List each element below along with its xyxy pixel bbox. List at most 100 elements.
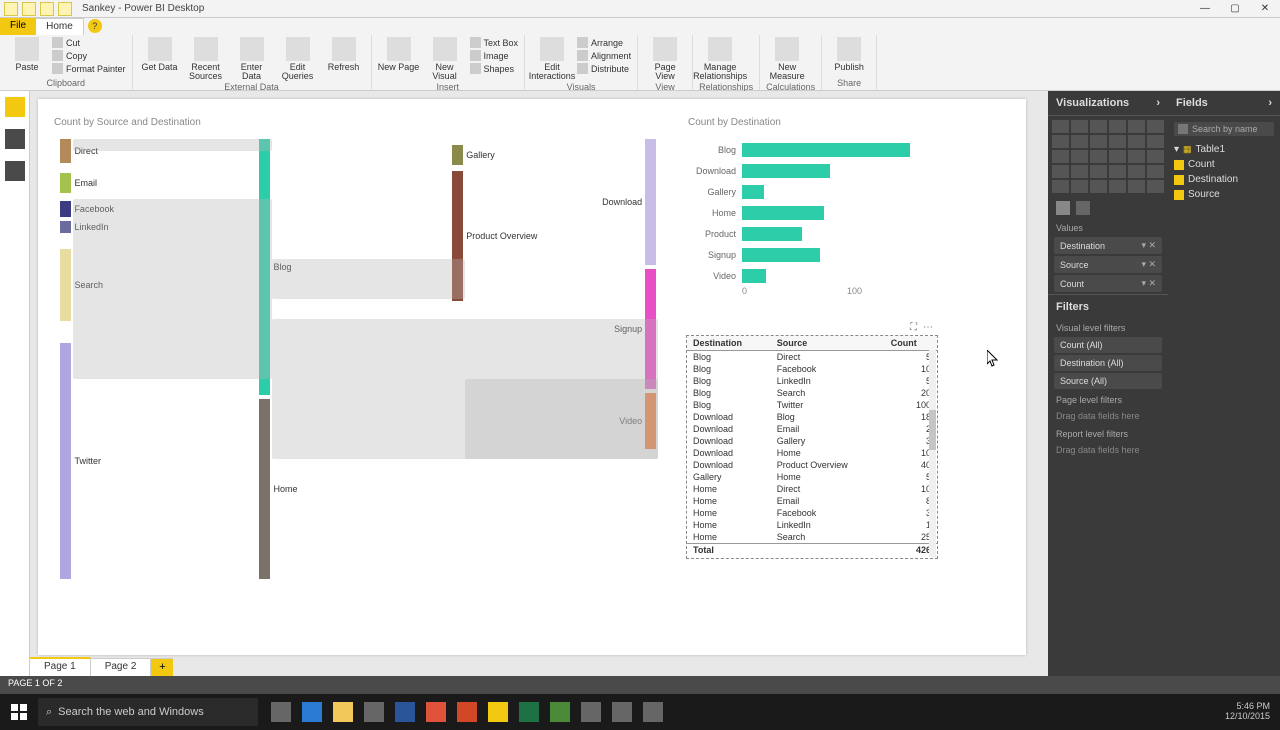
checkbox-icon[interactable] — [1174, 175, 1184, 185]
bar-row[interactable]: Product — [686, 223, 926, 244]
image-button[interactable]: Image — [470, 50, 519, 61]
field-well[interactable]: Source▾ ✕ — [1054, 256, 1162, 273]
report-canvas[interactable]: Count by Source and Destination Count by… — [38, 99, 1026, 655]
edit-interactions-button[interactable]: Edit Interactions — [531, 37, 573, 82]
new-measure-button[interactable]: New Measure — [766, 37, 808, 82]
close-button[interactable]: ✕ — [1250, 0, 1280, 18]
page-view-button[interactable]: Page View — [644, 37, 686, 82]
table-row[interactable]: DownloadProduct Overview40 — [687, 459, 937, 471]
sankey-visual[interactable]: DirectEmailFacebookLinkedInSearchTwitter… — [48, 139, 670, 639]
copy-button[interactable]: Copy — [52, 50, 126, 61]
vis-type-icon[interactable] — [1052, 135, 1069, 148]
help-icon[interactable]: ? — [88, 19, 102, 33]
field-well[interactable]: Count▾ ✕ — [1054, 275, 1162, 292]
filter-card[interactable]: Source (All) — [1054, 373, 1162, 389]
vis-type-icon[interactable] — [1109, 135, 1126, 148]
enter-data-button[interactable]: Enter Data — [231, 37, 273, 82]
vis-type-icon[interactable] — [1109, 180, 1126, 193]
bar-chart-visual[interactable]: BlogDownloadGalleryHomeProductSignupVide… — [686, 139, 926, 329]
field-well[interactable]: Destination▾ ✕ — [1054, 237, 1162, 254]
table-header[interactable]: Destination — [687, 336, 771, 351]
vis-type-icon[interactable] — [1128, 165, 1145, 178]
excel-icon[interactable] — [514, 697, 544, 727]
get-data-button[interactable]: Get Data — [139, 37, 181, 72]
vis-type-icon[interactable] — [1052, 120, 1069, 133]
new-page-button[interactable]: New Page — [378, 37, 420, 72]
vis-type-icon[interactable] — [1090, 165, 1107, 178]
taskbar-search[interactable]: ⌕Search the web and Windows — [38, 698, 258, 726]
vis-type-icon[interactable] — [1052, 165, 1069, 178]
sankey-node[interactable]: Gallery — [452, 145, 463, 165]
report-filters-drop[interactable]: Drag data fields here — [1048, 441, 1168, 459]
table-header[interactable]: Count — [885, 336, 937, 351]
table-node[interactable]: ▾▦Table1 — [1168, 142, 1280, 157]
bar-row[interactable]: Home — [686, 202, 926, 223]
vis-type-icon[interactable] — [1109, 120, 1126, 133]
paste-button[interactable]: Paste — [6, 37, 48, 72]
recent-sources-button[interactable]: Recent Sources — [185, 37, 227, 82]
edge-icon[interactable] — [297, 697, 327, 727]
fields-panel-header[interactable]: Fields› — [1168, 91, 1280, 116]
home-tab[interactable]: Home — [36, 18, 84, 35]
distribute-button[interactable]: Distribute — [577, 63, 631, 74]
app-icon[interactable] — [545, 697, 575, 727]
sankey-node[interactable]: Email — [60, 173, 71, 193]
page-tab-1[interactable]: Page 1 — [30, 657, 91, 676]
bar-row[interactable]: Blog — [686, 139, 926, 160]
bar-row[interactable]: Video — [686, 265, 926, 286]
sankey-node[interactable]: Direct — [60, 139, 71, 163]
table-header[interactable]: Source — [771, 336, 885, 351]
table-row[interactable]: DownloadBlog18 — [687, 411, 937, 423]
cut-button[interactable]: Cut — [52, 37, 126, 48]
checkbox-icon[interactable] — [1174, 190, 1184, 200]
vis-type-icon[interactable] — [1071, 120, 1088, 133]
word-icon[interactable] — [390, 697, 420, 727]
vis-type-icon[interactable] — [1071, 180, 1088, 193]
arrange-button[interactable]: Arrange — [577, 37, 631, 48]
refresh-button[interactable]: Refresh — [323, 37, 365, 72]
vis-type-icon[interactable] — [1147, 165, 1164, 178]
app2-icon[interactable] — [576, 697, 606, 727]
table-row[interactable]: DownloadHome10 — [687, 447, 937, 459]
filters-header[interactable]: Filters — [1048, 294, 1168, 319]
task-view-icon[interactable] — [266, 697, 296, 727]
system-tray[interactable]: 5:46 PM 12/10/2015 — [1225, 702, 1278, 722]
vis-type-icon[interactable] — [1147, 135, 1164, 148]
model-view-button[interactable] — [5, 161, 25, 181]
vis-type-icon[interactable] — [1109, 165, 1126, 178]
vis-type-icon[interactable] — [1090, 180, 1107, 193]
store-icon[interactable] — [359, 697, 389, 727]
table-row[interactable]: DownloadEmail2 — [687, 423, 937, 435]
sankey-node[interactable]: LinkedIn — [60, 221, 71, 233]
vis-type-icon[interactable] — [1147, 120, 1164, 133]
vis-type-icon[interactable] — [1052, 180, 1069, 193]
maximize-button[interactable]: ▢ — [1220, 0, 1250, 18]
table-row[interactable]: DownloadGallery3 — [687, 435, 937, 447]
bar-row[interactable]: Signup — [686, 244, 926, 265]
chrome-icon[interactable] — [421, 697, 451, 727]
more-icon[interactable]: ⋯ — [923, 322, 933, 333]
vis-type-icon[interactable] — [1147, 150, 1164, 163]
qat-more[interactable] — [58, 2, 72, 16]
edit-queries-button[interactable]: Edit Queries — [277, 37, 319, 82]
table-visual[interactable]: ⛶ ⋯ DestinationSourceCount BlogDirect5Bl… — [686, 335, 938, 559]
explorer-icon[interactable] — [328, 697, 358, 727]
manage-relationships-button[interactable]: Manage Relationships — [699, 37, 741, 82]
table-row[interactable]: BlogTwitter100 — [687, 399, 937, 411]
field-item[interactable]: Destination — [1168, 172, 1280, 187]
publish-button[interactable]: Publish — [828, 37, 870, 72]
table-row[interactable]: BlogLinkedIn5 — [687, 375, 937, 387]
sankey-node[interactable]: Home — [259, 399, 270, 579]
vis-type-icon[interactable] — [1128, 180, 1145, 193]
sankey-node[interactable]: Download — [645, 139, 656, 265]
filter-card[interactable]: Destination (All) — [1054, 355, 1162, 371]
vis-type-icon[interactable] — [1090, 120, 1107, 133]
vis-type-icon[interactable] — [1071, 135, 1088, 148]
data-view-button[interactable] — [5, 129, 25, 149]
field-item[interactable]: Source — [1168, 187, 1280, 202]
shapes-button[interactable]: Shapes — [470, 63, 519, 74]
app3-icon[interactable] — [607, 697, 637, 727]
add-page-button[interactable]: + — [151, 659, 173, 676]
vis-type-icon[interactable] — [1090, 150, 1107, 163]
vis-type-icon[interactable] — [1128, 150, 1145, 163]
